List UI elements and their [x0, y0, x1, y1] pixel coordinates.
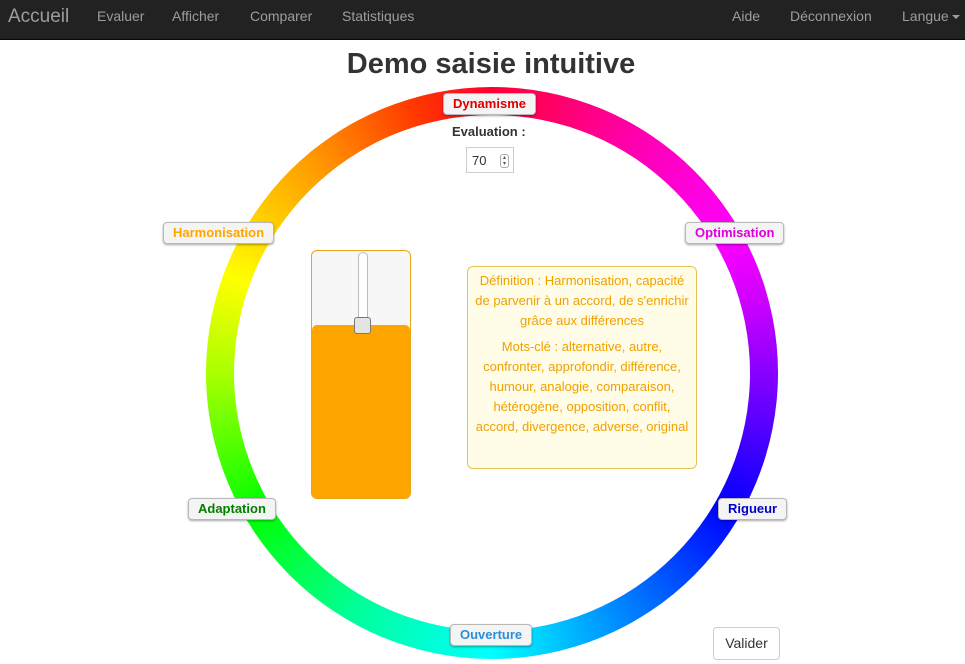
definition-box: Définition : Harmonisation, capacité de … [467, 266, 697, 469]
evaluation-number-input[interactable]: 70 ▴ ▾ [466, 147, 514, 173]
evaluation-value: 70 [472, 153, 487, 168]
nav-link-statistiques[interactable]: Statistiques [342, 8, 414, 24]
nav-link-deconnexion[interactable]: Déconnexion [790, 8, 872, 24]
nav-link-afficher[interactable]: Afficher [172, 8, 219, 24]
nav-dropdown-langue[interactable]: Langue [902, 8, 960, 24]
nav-link-comparer[interactable]: Comparer [250, 8, 312, 24]
slider-thumb[interactable] [354, 317, 371, 334]
wheel-label-rigueur[interactable]: Rigueur [718, 498, 788, 520]
wheel-label-dynamisme[interactable]: Dynamisme [443, 93, 536, 115]
nav-link-aide[interactable]: Aide [732, 8, 760, 24]
caret-down-icon [951, 15, 960, 20]
gauge-fill [312, 325, 410, 498]
keywords-text: Mots-clé : alternative, autre, confronte… [475, 339, 689, 434]
validate-button[interactable]: Valider [713, 627, 780, 660]
nav-brand-accueil[interactable]: Accueil [8, 6, 69, 28]
page-title: Demo saisie intuitive [346, 48, 636, 80]
wheel-label-optimisation[interactable]: Optimisation [685, 222, 785, 244]
stepper-icon[interactable]: ▴ ▾ [500, 154, 509, 168]
langue-label: Langue [902, 8, 949, 24]
evaluation-label: Evaluation : [452, 124, 526, 139]
nav-link-evaluer[interactable]: Evaluer [97, 8, 144, 24]
navbar: Accueil Evaluer Afficher Comparer Statis… [0, 0, 965, 40]
definition-text: Définition : Harmonisation, capacité de … [475, 273, 689, 328]
wheel-label-ouverture[interactable]: Ouverture [450, 624, 533, 646]
wheel-label-adaptation[interactable]: Adaptation [188, 498, 276, 520]
wheel-label-harmonisation[interactable]: Harmonisation [163, 222, 275, 244]
